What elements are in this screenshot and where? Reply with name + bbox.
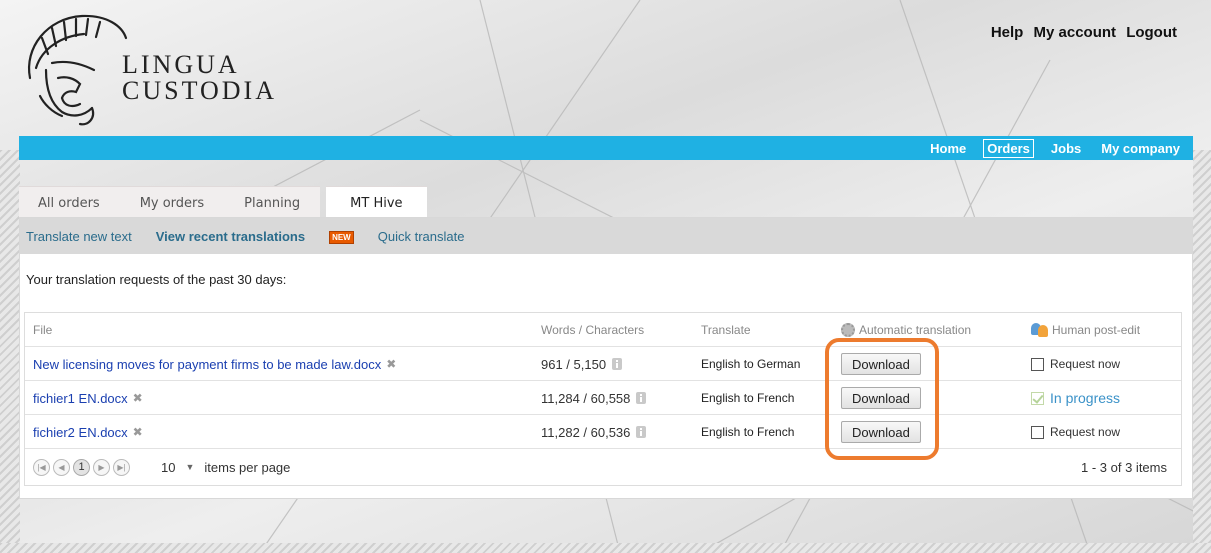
human-status: In progress	[1050, 390, 1121, 406]
remove-icon[interactable]: ✖	[133, 425, 143, 439]
language-pair: English to French	[701, 391, 795, 405]
header-file: File	[33, 323, 53, 337]
header-human-label: Human post-edit	[1052, 323, 1141, 337]
nav-home[interactable]: Home	[927, 140, 969, 157]
word-count: 11,282 / 60,536	[541, 424, 631, 440]
translations-table: File Words / Characters Translate Automa…	[24, 312, 1182, 486]
logout-link[interactable]: Logout	[1126, 24, 1177, 41]
header-translate: Translate	[701, 323, 751, 337]
content-panel: Translate new text View recent translati…	[19, 217, 1193, 499]
human-status: Request now	[1050, 425, 1121, 439]
words-cell: 961 / 5,150	[541, 347, 623, 381]
request-checkbox[interactable]	[1031, 357, 1044, 371]
translate-cell: English to French	[701, 415, 794, 449]
brand-line1: LINGUA	[122, 50, 240, 79]
brand-logo[interactable]: LINGUA CUSTODIA	[22, 8, 282, 128]
remove-icon[interactable]: ✖	[386, 357, 396, 371]
nav-orders[interactable]: Orders	[983, 138, 1034, 158]
file-cell: fichier1 EN.docx ✖	[33, 381, 143, 415]
language-pair: English to German	[701, 357, 801, 371]
page-size-select[interactable]: 10 ▼	[161, 460, 194, 475]
info-icon[interactable]	[636, 392, 647, 404]
translate-cell: English to German	[701, 347, 800, 381]
file-link[interactable]: fichier2 EN.docx	[33, 425, 128, 440]
tab-mt-hive[interactable]: MT Hive	[326, 186, 427, 217]
left-hatch-border	[0, 150, 20, 553]
pager: |◀ ◀ 1 ▶ ▶| 10 ▼ items per page 1 - 3 of…	[25, 449, 1181, 485]
last-page-icon[interactable]: ▶|	[113, 458, 130, 476]
file-link[interactable]: fichier1 EN.docx	[33, 391, 128, 406]
prev-page-icon[interactable]: ◀	[53, 458, 70, 476]
people-icon	[1031, 323, 1049, 337]
order-tabs: All orders My orders Planning MT Hive	[19, 186, 427, 217]
auto-cell: Download	[841, 381, 921, 415]
words-cell: 11,284 / 60,558	[541, 381, 647, 415]
page-size-value: 10	[161, 459, 176, 475]
download-button[interactable]: Download	[841, 387, 921, 409]
info-icon[interactable]	[636, 426, 647, 438]
chevron-down-icon: ▼	[185, 462, 195, 472]
human-status: Request now	[1050, 357, 1121, 371]
words-cell: 11,282 / 60,536	[541, 415, 647, 449]
tab-planning[interactable]: Planning	[224, 186, 321, 217]
header-auto: Automatic translation	[841, 313, 971, 347]
request-checkbox	[1031, 391, 1044, 405]
nav-my-company[interactable]: My company	[1098, 140, 1183, 157]
table-row: fichier1 EN.docx ✖ 11,284 / 60,558 Engli…	[25, 381, 1181, 415]
tab-all-orders[interactable]: All orders	[19, 186, 120, 217]
brand-name: LINGUA CUSTODIA	[122, 52, 277, 104]
brand-line2: CUSTODIA	[122, 76, 277, 105]
table-row: New licensing moves for payment firms to…	[25, 347, 1181, 381]
new-badge: NEW	[329, 230, 354, 244]
file-cell: New licensing moves for payment firms to…	[33, 347, 396, 381]
word-count: 11,284 / 60,558	[541, 390, 631, 406]
items-per-page-label: items per page	[204, 459, 291, 475]
sub-navigation: Translate new text View recent translati…	[20, 218, 1192, 254]
human-cell: In progress	[1031, 381, 1120, 415]
first-page-icon[interactable]: |◀	[33, 458, 50, 476]
tab-my-orders[interactable]: My orders	[119, 186, 225, 217]
intro-text: Your translation requests of the past 30…	[26, 272, 287, 287]
helmet-icon	[27, 14, 128, 126]
header-words: Words / Characters	[541, 323, 645, 337]
nav-jobs[interactable]: Jobs	[1048, 140, 1084, 157]
right-hatch-border	[1193, 150, 1211, 553]
word-count: 961 / 5,150	[541, 356, 607, 372]
human-cell: Request now	[1031, 347, 1120, 381]
human-cell: Request now	[1031, 415, 1120, 449]
download-button[interactable]: Download	[841, 421, 921, 443]
next-page-icon[interactable]: ▶	[93, 458, 110, 476]
remove-icon[interactable]: ✖	[133, 391, 143, 405]
translate-new-text-link[interactable]: Translate new text	[26, 229, 132, 244]
my-account-link[interactable]: My account	[1034, 24, 1117, 41]
download-button[interactable]: Download	[841, 353, 921, 375]
auto-cell: Download	[841, 415, 921, 449]
header-human: Human post-edit	[1031, 313, 1140, 347]
table-header: File Words / Characters Translate Automa…	[25, 313, 1181, 347]
quick-translate-link[interactable]: NEW Quick translate	[329, 229, 488, 244]
view-recent-translations-link[interactable]: View recent translations	[156, 229, 305, 244]
info-icon[interactable]	[612, 358, 623, 370]
file-link[interactable]: New licensing moves for payment firms to…	[33, 357, 381, 372]
auto-cell: Download	[841, 347, 921, 381]
main-navbar: Home Orders Jobs My company	[19, 136, 1193, 160]
translate-cell: English to French	[701, 381, 794, 415]
gear-icon	[841, 323, 855, 337]
header-auto-label: Automatic translation	[859, 323, 972, 337]
pager-controls: |◀ ◀ 1 ▶ ▶| 10 ▼ items per page	[33, 449, 290, 485]
request-checkbox[interactable]	[1031, 425, 1044, 439]
page-number-button[interactable]: 1	[73, 458, 90, 476]
language-pair: English to French	[701, 425, 795, 439]
help-link[interactable]: Help	[991, 24, 1024, 41]
bottom-hatch-border	[0, 543, 1211, 553]
table-row: fichier2 EN.docx ✖ 11,282 / 60,536 Engli…	[25, 415, 1181, 449]
quick-translate-label: Quick translate	[377, 228, 465, 244]
pager-count: 1 - 3 of 3 items	[1081, 459, 1167, 475]
top-links: Help My account Logout	[985, 24, 1177, 41]
file-cell: fichier2 EN.docx ✖	[33, 415, 143, 449]
